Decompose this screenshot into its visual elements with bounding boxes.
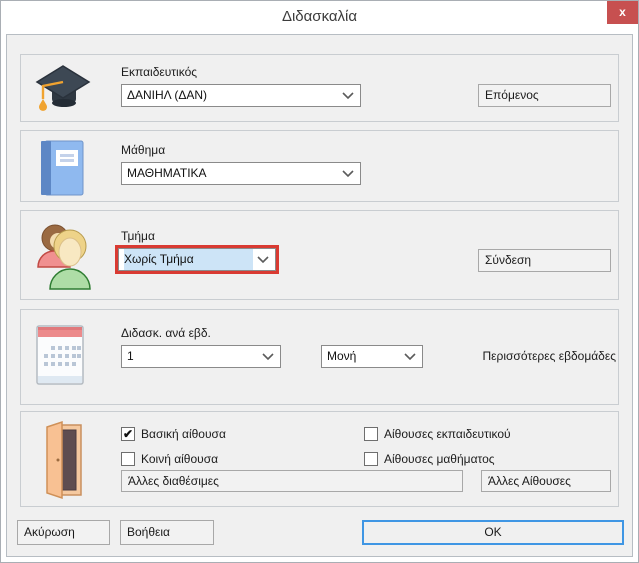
checkbox-label: Αίθουσες εκπαιδευτικού: [384, 427, 511, 441]
class-label: Τμήμα: [121, 229, 155, 243]
checkbox-label: Βασική αίθουσα: [141, 427, 226, 441]
subject-combobox[interactable]: ΜΑΘΗΜΑΤΙΚΑ: [121, 162, 361, 185]
lessons-count-value: 1: [127, 346, 258, 367]
teacher-rooms-checkbox[interactable]: Αίθουσες εκπαιδευτικού: [364, 427, 564, 442]
teacher-label: Εκπαιδευτικός: [121, 65, 197, 79]
teacher-combobox[interactable]: ΔΑΝΙΗΛ (ΔΑΝ): [121, 84, 361, 107]
checkbox-box: ✔: [121, 427, 135, 441]
lessons-section: Διδασκ. ανά εβδ. 1 Μονή Περισσότερες εβδ…: [20, 309, 619, 405]
teaching-dialog: Διδασκαλία x Εκπαιδευτικός ΔΑΝΙΗΛ (ΔΑΝ): [0, 0, 639, 563]
door-icon: [41, 420, 83, 505]
connection-button[interactable]: Σύνδεση: [478, 249, 611, 272]
checkbox-box: [364, 452, 378, 466]
titlebar[interactable]: Διδασκαλία x: [1, 1, 638, 34]
class-combobox-value: Χωρίς Τμήμα: [124, 249, 253, 270]
chevron-down-icon: [342, 170, 354, 178]
checkbox-label: Κοινή αίθουσα: [141, 452, 218, 466]
chevron-down-icon: [257, 256, 269, 264]
teacher-section: Εκπαιδευτικός ΔΑΝΙΗΛ (ΔΑΝ) Επόμενος: [20, 54, 619, 122]
basic-room-checkbox[interactable]: ✔ Βασική αίθουσα: [121, 427, 291, 442]
class-combobox-highlight: Χωρίς Τμήμα: [115, 245, 279, 274]
chevron-down-icon: [404, 353, 416, 361]
close-icon: x: [619, 5, 626, 19]
subject-combobox-value: ΜΑΘΗΜΑΤΙΚΑ: [127, 163, 338, 184]
teacher-combobox-value: ΔΑΝΙΗΛ (ΔΑΝ): [127, 85, 338, 106]
graduation-cap-icon: [33, 61, 91, 122]
class-combobox[interactable]: Χωρίς Τμήμα: [118, 248, 276, 271]
checkbox-box: [121, 452, 135, 466]
shared-room-checkbox[interactable]: Κοινή αίθουσα: [121, 452, 291, 467]
subject-rooms-checkbox[interactable]: Αίθουσες μαθήματος: [364, 452, 564, 467]
calendar-icon: [35, 324, 85, 391]
more-weeks-link[interactable]: Περισσότερες εβδομάδες: [416, 349, 616, 363]
lessons-count-combobox[interactable]: 1: [121, 345, 281, 368]
week-parity-value: Μονή: [327, 346, 400, 367]
class-section: Τμήμα Χωρίς Τμήμα Σύνδεση: [20, 210, 619, 300]
subject-section: Μάθημα ΜΑΘΗΜΑΤΙΚΑ: [20, 130, 619, 202]
week-parity-combobox[interactable]: Μονή: [321, 345, 423, 368]
cancel-button[interactable]: Ακύρωση: [17, 520, 110, 545]
dialog-body: Εκπαιδευτικός ΔΑΝΙΗΛ (ΔΑΝ) Επόμενος: [6, 34, 633, 557]
ok-button[interactable]: OK: [362, 520, 624, 545]
lessons-per-week-label: Διδασκ. ανά εβδ.: [121, 326, 211, 340]
students-icon: [33, 221, 95, 300]
dialog-title: Διδασκαλία: [1, 8, 638, 25]
other-rooms-button[interactable]: Άλλες Αίθουσες: [481, 470, 611, 492]
checkbox-label: Αίθουσες μαθήματος: [384, 452, 495, 466]
other-available-button[interactable]: Άλλες διαθέσιμες: [121, 470, 463, 492]
help-button[interactable]: Βοήθεια: [120, 520, 214, 545]
subject-label: Μάθημα: [121, 143, 165, 157]
checkbox-box: [364, 427, 378, 441]
book-icon: [37, 139, 85, 202]
rooms-section: ✔ Βασική αίθουσα Κοινή αίθουσα Αίθουσες …: [20, 411, 619, 507]
chevron-down-icon: [262, 353, 274, 361]
chevron-down-icon: [342, 92, 354, 100]
close-button[interactable]: x: [607, 1, 638, 24]
next-button[interactable]: Επόμενος: [478, 84, 611, 107]
